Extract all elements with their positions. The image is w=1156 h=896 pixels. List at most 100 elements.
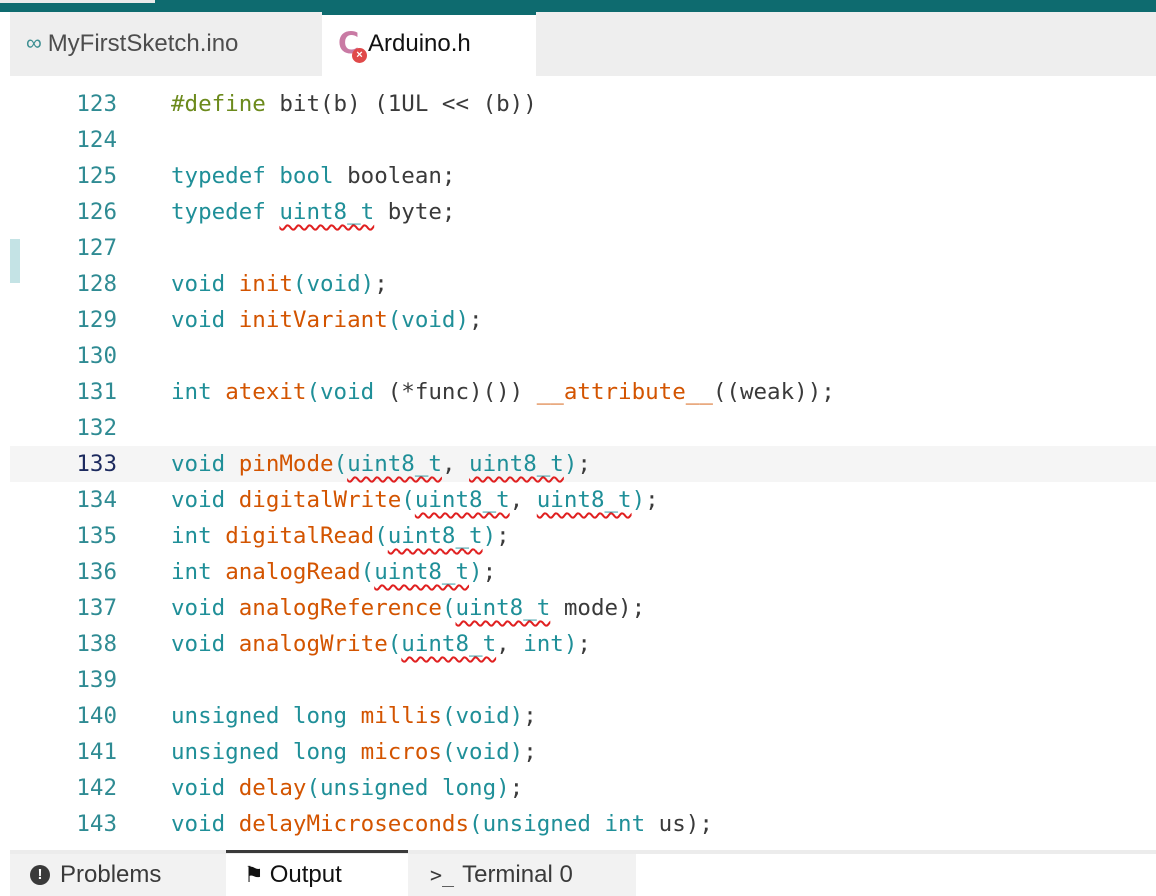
line-number: 141 [76, 739, 117, 765]
code-token: uint8_t [387, 523, 483, 549]
line-number: 137 [76, 595, 117, 621]
code-line[interactable]: 126 typedef uint8_t byte; [10, 194, 1156, 230]
code-line[interactable]: 138 void analogWrite(uint8_t, int); [10, 626, 1156, 662]
line-number: 128 [76, 271, 117, 297]
code-line[interactable]: 135 int digitalRead(uint8_t); [10, 518, 1156, 554]
line-code: void analogWrite(uint8_t, int); [171, 626, 591, 662]
code-token: ( [441, 703, 456, 729]
line-number: 126 [76, 199, 117, 225]
code-token: void [171, 487, 226, 513]
code-token: unsigned [171, 739, 280, 765]
code-token: init [238, 271, 293, 297]
tab-label: MyFirstSketch.ino [47, 30, 239, 57]
code-token: ) [563, 631, 578, 657]
code-line[interactable]: 140 unsigned long millis(void); [10, 698, 1156, 734]
line-code: typedef bool boolean; [171, 158, 455, 194]
code-token: ) [509, 703, 524, 729]
code-line[interactable]: 131 int atexit(void (*func)()) __attribut… [10, 374, 1156, 410]
line-code: int digitalRead(uint8_t); [171, 518, 510, 554]
code-token: us); [645, 811, 713, 837]
tab-problems[interactable]: ! Problems [10, 854, 226, 896]
line-number: 127 [76, 235, 117, 261]
c-file-error-icon: C × [338, 24, 368, 64]
line-code: typedef uint8_t byte; [171, 194, 455, 230]
code-line[interactable]: 139 [10, 662, 1156, 698]
editor-tab-bar: ∞ MyFirstSketch.ino C × Arduino.h [10, 12, 1156, 76]
code-token: (*func)()) [374, 379, 537, 405]
tab-arduino-h[interactable]: C × Arduino.h [322, 12, 536, 76]
line-code: void digitalWrite(uint8_t, uint8_t); [171, 482, 659, 518]
code-token: void [455, 739, 510, 765]
tab-terminal[interactable]: >_ Terminal 0 [408, 854, 636, 896]
line-code: void initVariant(void); [171, 302, 483, 338]
code-token: ; [577, 451, 591, 477]
tab-output[interactable]: ⚑ Output [226, 850, 408, 896]
code-token: long [441, 775, 497, 801]
code-token: #define [171, 91, 266, 117]
line-number: 136 [76, 559, 117, 585]
infinity-icon: ∞ [26, 30, 42, 55]
code-line[interactable]: 134 void digitalWrite(uint8_t, uint8_t); [10, 482, 1156, 518]
line-number: 133 [76, 451, 117, 477]
code-line[interactable]: 132 [10, 410, 1156, 446]
line-code: #define bit(b) (1UL << (b)) [171, 86, 537, 122]
code-line[interactable]: 130 [10, 338, 1156, 374]
code-token: digitalRead [225, 523, 375, 549]
code-line[interactable]: 125 typedef bool boolean; [10, 158, 1156, 194]
line-number: 124 [76, 127, 117, 153]
code-token: , [441, 451, 470, 477]
code-token: typedef [171, 199, 266, 225]
code-editor[interactable]: 123 #define bit(b) (1UL << (b)) 124 125 type… [10, 76, 1156, 850]
code-line[interactable]: 142 void delay(unsigned long); [10, 770, 1156, 806]
code-token: byte; [374, 199, 456, 225]
code-token: ; [577, 631, 591, 657]
code-token: ) [482, 523, 497, 549]
tab-label: Arduino.h [368, 30, 471, 57]
code-token: unsigned [171, 703, 280, 729]
line-code: void delayMicroseconds(unsigned int us); [171, 806, 713, 842]
code-line[interactable]: 136 int analogRead(uint8_t); [10, 554, 1156, 590]
line-number: 123 [76, 91, 117, 117]
line-code: void analogReference(uint8_t mode); [171, 590, 645, 626]
line-code: unsigned long millis(void); [171, 698, 537, 734]
code-token: atexit [225, 379, 307, 405]
code-line[interactable]: 124 [10, 122, 1156, 158]
code-token: void [171, 451, 226, 477]
code-line[interactable]: 141 unsigned long micros(void); [10, 734, 1156, 770]
code-line[interactable]: 123 #define bit(b) (1UL << (b)) [10, 86, 1156, 122]
code-token: ( [387, 307, 402, 333]
code-token: ) [469, 559, 483, 585]
code-token: void [320, 379, 375, 405]
code-token: digitalWrite [238, 487, 402, 513]
code-token: ( [333, 451, 348, 477]
code-token: bool [279, 163, 334, 189]
code-token: ( [441, 595, 456, 621]
code-line[interactable]: 129 void initVariant(void); [10, 302, 1156, 338]
code-token: ( [306, 379, 321, 405]
code-token: void [171, 775, 226, 801]
code-token: boolean; [333, 163, 456, 189]
line-number: 132 [76, 415, 117, 441]
code-line[interactable]: 128 void init(void); [10, 266, 1156, 302]
code-token: int [171, 559, 212, 585]
line-number: 131 [76, 379, 117, 405]
code-line[interactable]: 137 void analogReference(uint8_t mode); [10, 590, 1156, 626]
code-line[interactable]: 133 void pinMode(uint8_t, uint8_t); [10, 446, 1156, 482]
code-line[interactable]: 127 [10, 230, 1156, 266]
tab-myfirstsketch[interactable]: ∞ MyFirstSketch.ino [10, 12, 322, 76]
code-line[interactable]: 143 void delayMicroseconds(unsigned int u… [10, 806, 1156, 842]
code-token: , [509, 487, 537, 513]
code-token: long [292, 703, 348, 729]
line-number: 135 [76, 523, 117, 549]
code-token: ) [496, 775, 510, 801]
